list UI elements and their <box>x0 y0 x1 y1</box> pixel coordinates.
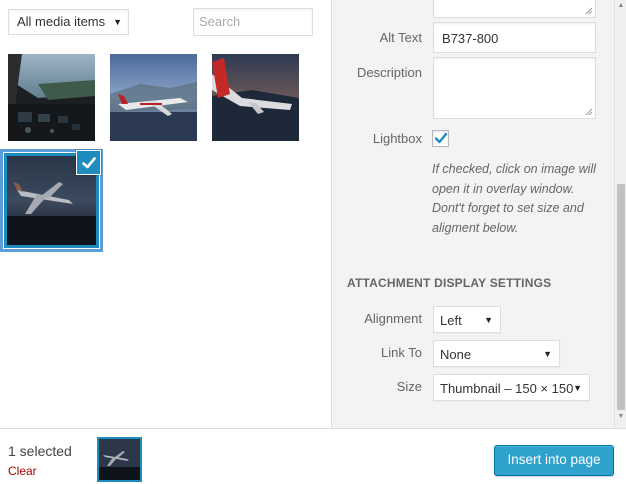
wing-sunset-photo-icon <box>212 54 299 141</box>
checkmark-icon <box>81 157 96 169</box>
size-value: Thumbnail – 150 × 150 <box>440 381 574 396</box>
clear-selection-link[interactable]: Clear <box>8 464 37 478</box>
chevron-down-icon: ▼ <box>543 349 552 359</box>
media-item-airliner-flight[interactable] <box>110 54 197 141</box>
resize-grip-icon <box>585 7 593 15</box>
link-to-select[interactable]: None ▼ <box>433 340 560 367</box>
checkmark-icon <box>434 132 448 144</box>
alt-text-label: Alt Text <box>379 30 422 45</box>
display-settings-title: Attachment Display Settings <box>347 276 552 290</box>
media-search-input[interactable]: Search <box>193 8 313 36</box>
alignment-select[interactable]: Left ▼ <box>433 306 501 333</box>
chevron-down-icon: ▼ <box>113 17 122 27</box>
media-browser: All media items ▼ Search <box>0 0 331 428</box>
description-textarea[interactable] <box>433 57 596 119</box>
scroll-up-icon[interactable]: ▲ <box>616 2 626 9</box>
chevron-down-icon: ▼ <box>484 315 493 325</box>
selection-count: 1 selected <box>8 443 72 459</box>
insert-into-page-button[interactable]: Insert into page <box>494 445 614 476</box>
size-label: Size <box>396 379 422 394</box>
media-filter-select[interactable]: All media items ▼ <box>8 9 129 35</box>
lightbox-checkbox[interactable] <box>432 130 449 147</box>
media-item-cockpit[interactable] <box>8 54 95 141</box>
media-search-placeholder: Search <box>199 14 241 29</box>
link-to-label: Link To <box>381 345 422 360</box>
size-select[interactable]: Thumbnail – 150 × 150 ▼ <box>433 374 590 401</box>
cockpit-photo-icon <box>8 54 95 141</box>
chevron-down-icon: ▼ <box>573 383 582 393</box>
resize-grip-icon <box>585 108 593 116</box>
lightbox-help-text: If checked, click on image will open it … <box>432 162 596 235</box>
sidebar-scrollbar[interactable]: ▲ ▼ <box>614 0 626 428</box>
scrollbar-thumb[interactable] <box>617 184 625 410</box>
alt-text-input[interactable]: B737-800 <box>433 22 596 53</box>
selection-thumbnail[interactable] <box>97 437 142 482</box>
link-to-value: None <box>440 347 472 362</box>
caption-textarea[interactable] <box>433 0 596 18</box>
alt-text-value: B737-800 <box>442 31 499 46</box>
description-label: Description <box>356 65 422 80</box>
media-filter-value: All media items <box>17 14 106 29</box>
alignment-value: Left <box>440 313 462 328</box>
alignment-label: Alignment <box>364 311 422 326</box>
airliner-night-photo-icon <box>99 439 140 480</box>
media-item-wing-sunset[interactable] <box>212 54 299 141</box>
lightbox-label: Lightbox <box>372 131 422 146</box>
airliner-flight-photo-icon <box>110 54 197 141</box>
selected-check-badge[interactable] <box>76 150 101 175</box>
scroll-down-icon[interactable]: ▼ <box>616 413 626 420</box>
media-toolbar: 1 selected Clear Insert into page <box>0 428 626 484</box>
